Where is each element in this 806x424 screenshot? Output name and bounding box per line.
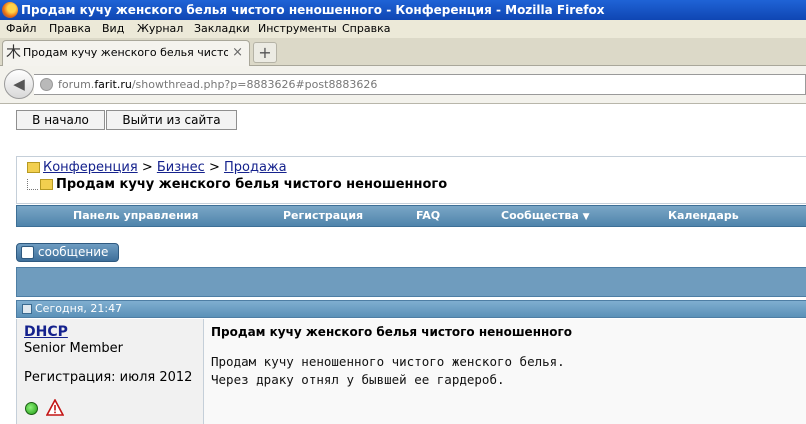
new-tab-button[interactable]: + bbox=[253, 42, 277, 63]
thread-title-text: Продам кучу женского белья чистого ненош… bbox=[56, 177, 448, 192]
url-text: forum.farit.ru/showthread.php?p=8883626#… bbox=[58, 75, 377, 94]
url-domain: farit.ru bbox=[94, 78, 132, 91]
window-title: Продам кучу женского белья чистого ненош… bbox=[21, 3, 605, 17]
reply-button-label: сообщение bbox=[38, 245, 109, 259]
post-text-line: Продам кучу неношенного чистого женского… bbox=[211, 354, 565, 369]
post-date: Сегодня, 21:47 bbox=[35, 302, 123, 315]
new-post-icon bbox=[21, 246, 34, 259]
url-prefix: forum. bbox=[58, 78, 95, 91]
tab-active[interactable]: ⽊ Продам кучу женского белья чистого нен… bbox=[2, 40, 250, 66]
tab-label: Продам кучу женского белья чистого ненош… bbox=[23, 46, 228, 59]
url-path: /showthread.php?p=8883626#post8883626 bbox=[131, 78, 378, 91]
post-icon bbox=[22, 304, 32, 314]
url-bar[interactable]: forum.farit.ru/showthread.php?p=8883626#… bbox=[34, 74, 806, 95]
nav-calendar[interactable]: Календарь bbox=[668, 206, 739, 226]
menu-tools[interactable]: Инструменты bbox=[258, 20, 337, 38]
nav-register[interactable]: Регистрация bbox=[283, 206, 363, 226]
back-button[interactable]: ◀ bbox=[4, 69, 34, 99]
globe-icon bbox=[40, 78, 53, 91]
menu-bookmarks[interactable]: Закладки bbox=[194, 20, 250, 38]
site-favicon-icon: ⽊ bbox=[6, 43, 22, 61]
post-text-line: Через драку отнял у бывшей ее гардероб. bbox=[211, 372, 505, 387]
breadcrumb-link-sale[interactable]: Продажа bbox=[224, 160, 287, 175]
post-body: Продам кучу женского белья чистого ненош… bbox=[204, 319, 806, 424]
breadcrumb-separator: > bbox=[141, 160, 153, 175]
home-button[interactable]: В начало bbox=[16, 110, 105, 130]
user-join-date: Регистрация: июля 2012 bbox=[24, 370, 193, 385]
post-reply-button[interactable]: сообщение bbox=[16, 243, 119, 262]
breadcrumb-path: Конференция > Бизнес > Продажа bbox=[27, 160, 287, 175]
nav-faq[interactable]: FAQ bbox=[416, 206, 440, 226]
post-username[interactable]: DHCP bbox=[24, 324, 68, 340]
post-title: Продам кучу женского белья чистого ненош… bbox=[211, 325, 573, 339]
thread-header-bar bbox=[16, 267, 806, 297]
tab-strip: ⽊ Продам кучу женского белья чистого нен… bbox=[0, 38, 806, 66]
forum-nav-bar: Панель управления Регистрация FAQ Сообще… bbox=[16, 205, 806, 227]
nav-communities-label: Сообщества bbox=[501, 209, 579, 222]
logout-button[interactable]: Выйти из сайта bbox=[106, 110, 237, 130]
forum-folder-icon bbox=[27, 162, 40, 173]
report-post-icon[interactable] bbox=[46, 399, 64, 416]
menu-file[interactable]: Файл bbox=[6, 20, 36, 38]
back-arrow-icon: ◀ bbox=[13, 75, 25, 93]
thread-folder-icon bbox=[40, 179, 53, 190]
user-title: Senior Member bbox=[24, 341, 124, 356]
breadcrumb-link-business[interactable]: Бизнес bbox=[157, 160, 205, 175]
nav-communities[interactable]: Сообщества ▼ bbox=[501, 206, 590, 227]
navigation-toolbar: forum.farit.ru/showthread.php?p=8883626#… bbox=[0, 66, 806, 104]
firefox-logo-icon bbox=[2, 2, 18, 18]
nav-user-cp[interactable]: Панель управления bbox=[73, 206, 198, 226]
post-user-info: DHCP Senior Member Регистрация: июля 201… bbox=[16, 319, 204, 424]
menu-history[interactable]: Журнал bbox=[137, 20, 183, 38]
tree-connector-icon bbox=[27, 179, 38, 190]
menu-help[interactable]: Справка bbox=[342, 20, 390, 38]
breadcrumb-separator: > bbox=[208, 160, 220, 175]
menu-edit[interactable]: Правка bbox=[49, 20, 91, 38]
menu-view[interactable]: Вид bbox=[102, 20, 124, 38]
dropdown-arrow-icon: ▼ bbox=[582, 212, 590, 222]
post-date-bar: Сегодня, 21:47 bbox=[16, 300, 806, 318]
breadcrumb-link-conference[interactable]: Конференция bbox=[43, 160, 138, 175]
menu-bar: Файл Правка Вид Журнал Закладки Инструме… bbox=[0, 20, 806, 38]
thread-title: Продам кучу женского белья чистого ненош… bbox=[27, 177, 447, 192]
breadcrumb: Конференция > Бизнес > Продажа Продам ку… bbox=[16, 156, 806, 204]
online-status-icon bbox=[25, 402, 38, 415]
window-title-bar: Продам кучу женского белья чистого ненош… bbox=[0, 0, 806, 20]
tab-close-icon[interactable]: × bbox=[232, 41, 243, 65]
